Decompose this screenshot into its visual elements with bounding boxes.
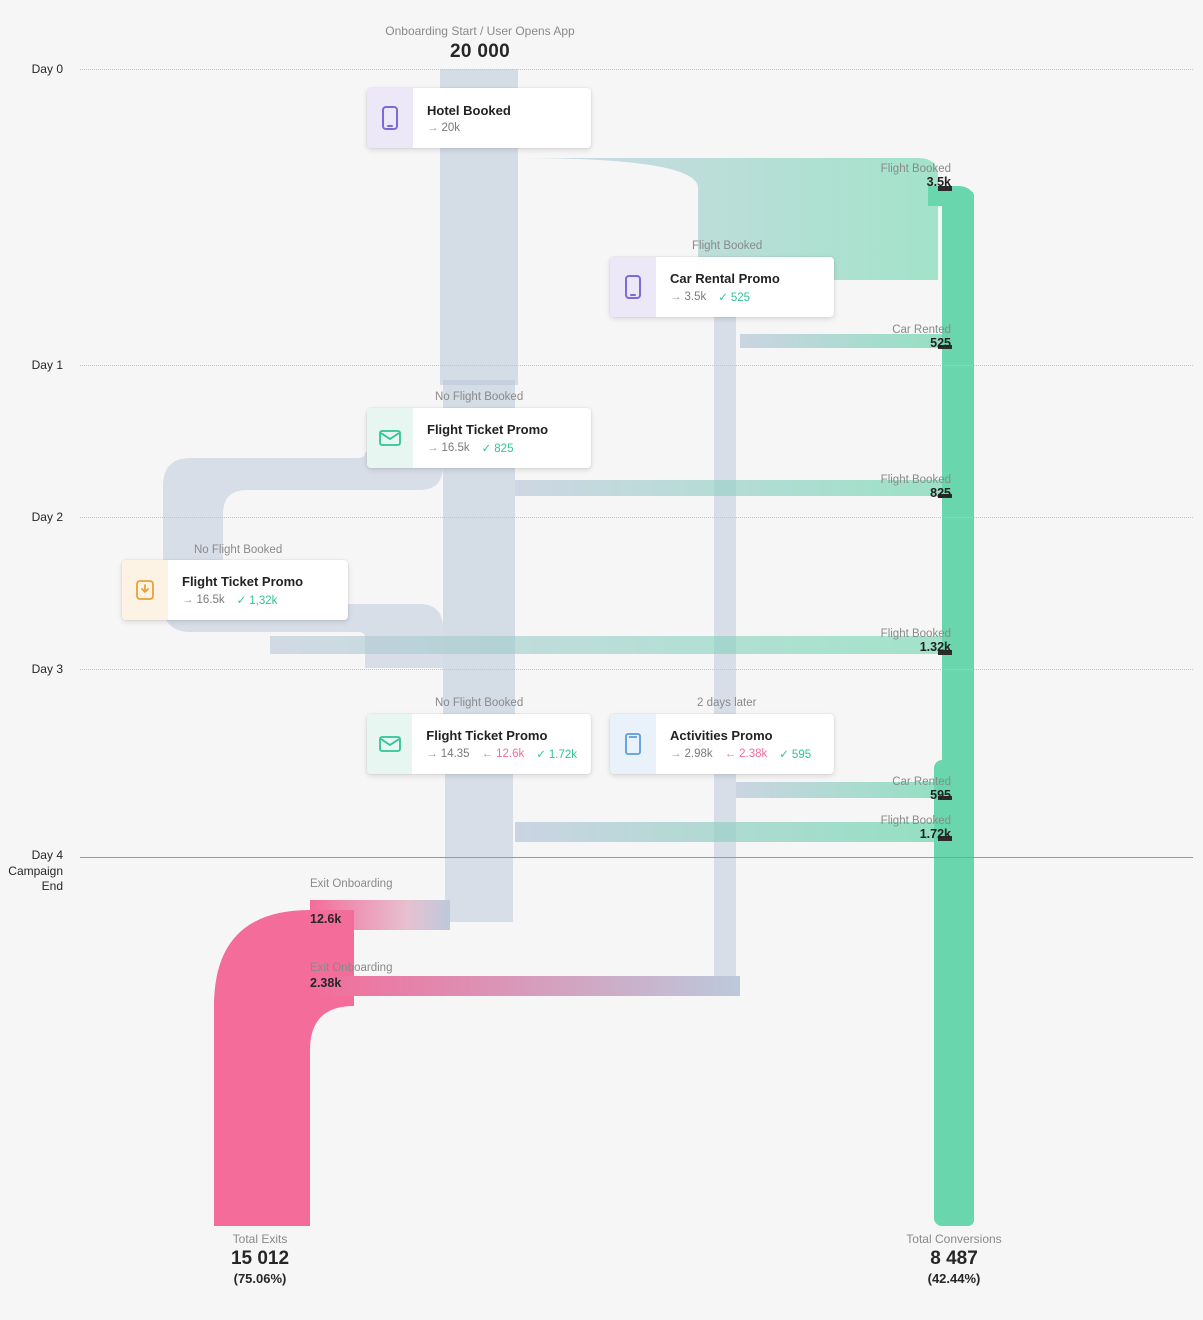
- exit-value: 12.6k: [310, 912, 392, 926]
- day-1-label: Day 1: [0, 358, 63, 374]
- footer-total-exits: Total Exits 15 012 (75.06%): [150, 1232, 370, 1286]
- metric-conv: 1.72k: [536, 747, 577, 761]
- metric-enter: 16.5k: [427, 442, 470, 454]
- day-2-label: Day 2: [0, 510, 63, 526]
- footer-value: 15 012: [150, 1248, 370, 1270]
- card-ftp2-subtitle: No Flight Booked: [194, 544, 282, 556]
- day-3-label: Day 3: [0, 662, 63, 678]
- metric-label: Car Rented: [892, 776, 951, 788]
- phone-icon: [367, 88, 413, 148]
- card-activities-promo[interactable]: Activities Promo 2.98k 2.38k 595: [610, 714, 834, 774]
- card-ftp1-subtitle: No Flight Booked: [435, 391, 523, 403]
- footer-title: Total Conversions: [844, 1232, 1064, 1246]
- exit-label: Exit Onboarding: [310, 962, 392, 974]
- metric-value: 1.72k: [881, 827, 951, 841]
- exit-label: Exit Onboarding: [310, 878, 392, 890]
- card-flight-ticket-promo-2[interactable]: Flight Ticket Promo 16.5k 1,32k: [122, 560, 348, 620]
- metric-label: Flight Booked: [881, 474, 951, 486]
- metric-value: 3.5k: [881, 175, 951, 189]
- metric-exit: 12.6k: [482, 748, 525, 760]
- card-title: Flight Ticket Promo: [426, 728, 577, 743]
- card-flight-ticket-promo-1[interactable]: Flight Ticket Promo 16.5k 825: [367, 408, 591, 468]
- day-1-line: [80, 365, 1193, 366]
- metric-enter: 14.35: [426, 748, 469, 760]
- metric-label: Flight Booked: [881, 628, 951, 640]
- day-4-a: Day 4: [32, 848, 63, 862]
- footer-total-conversions: Total Conversions 8 487 (42.44%): [844, 1232, 1064, 1286]
- exit-1: Exit Onboarding 12.6k: [310, 878, 392, 926]
- metric-conv: 595: [779, 747, 811, 761]
- metric-flight-booked-3: Flight Booked 1.32k: [881, 628, 951, 654]
- merge-fb4: [515, 822, 934, 842]
- tablet-icon: [610, 714, 656, 774]
- metric-value: 525: [892, 336, 951, 350]
- day-4-label: Day 4 Campaign End: [0, 848, 63, 895]
- flow-exit-column: [214, 1000, 310, 1226]
- metric-exit: 2.38k: [725, 748, 768, 760]
- footer-pct: (42.44%): [844, 1271, 1064, 1286]
- card-car-rental-promo[interactable]: Car Rental Promo 3.5k 525: [610, 257, 834, 317]
- day-4-b: Campaign: [8, 864, 63, 878]
- metric-enter: 16.5k: [182, 594, 225, 606]
- metric-car-rented-2: Car Rented 595: [892, 776, 951, 802]
- day-4-c: End: [42, 879, 63, 893]
- card-hotel-booked[interactable]: Hotel Booked 20k: [367, 88, 591, 148]
- footer-pct: (75.06%): [150, 1271, 370, 1286]
- metric-enter: 3.5k: [670, 291, 706, 303]
- day-2-line: [80, 517, 1193, 518]
- metric-label: Flight Booked: [881, 163, 951, 175]
- header-subtitle: Onboarding Start / User Opens App: [330, 24, 630, 38]
- card-flight-ticket-promo-3[interactable]: Flight Ticket Promo 14.35 12.6k 1.72k: [367, 714, 591, 774]
- metric-enter: 2.98k: [670, 748, 713, 760]
- header-total: 20 000: [330, 41, 630, 63]
- card-act-subtitle: 2 days later: [697, 697, 756, 709]
- day-0-label: Day 0: [0, 62, 63, 78]
- metric-enter: 20k: [427, 122, 460, 134]
- card-ftp3-subtitle: No Flight Booked: [435, 697, 523, 709]
- card-title: Car Rental Promo: [670, 271, 780, 286]
- download-icon: [122, 560, 168, 620]
- metric-value: 825: [881, 486, 951, 500]
- day-0-line: [80, 69, 1193, 70]
- card-carpromo-subtitle: Flight Booked: [692, 240, 762, 252]
- metric-label: Car Rented: [892, 324, 951, 336]
- card-title: Flight Ticket Promo: [427, 422, 548, 437]
- exit-value: 2.38k: [310, 976, 392, 990]
- merge-fb3: [270, 636, 942, 654]
- metric-conv: 825: [482, 441, 514, 455]
- metric-flight-booked-1: Flight Booked 3.5k: [881, 163, 951, 189]
- funnel-diagram: Onboarding Start / User Opens App 20 000…: [0, 0, 1203, 1320]
- metric-flight-booked-2: Flight Booked 825: [881, 474, 951, 500]
- metric-label: Flight Booked: [881, 815, 951, 827]
- day-4-line: [80, 857, 1193, 858]
- metric-car-rented-1: Car Rented 525: [892, 324, 951, 350]
- metric-flight-booked-4: Flight Booked 1.72k: [881, 815, 951, 841]
- metric-value: 595: [892, 788, 951, 802]
- card-title: Flight Ticket Promo: [182, 574, 303, 589]
- flow-thin-car-to-activities: [714, 316, 736, 726]
- mail-icon: [367, 714, 412, 774]
- flow-canvas: [0, 0, 1203, 1320]
- footer-value: 8 487: [844, 1248, 1064, 1270]
- mail-icon: [367, 408, 413, 468]
- metric-conv: 525: [718, 290, 750, 304]
- footer-title: Total Exits: [150, 1232, 370, 1246]
- day-3-line: [80, 669, 1193, 670]
- metric-conv: 1,32k: [237, 593, 278, 607]
- merge-fb2: [515, 480, 942, 496]
- exit-2: Exit Onboarding 2.38k: [310, 962, 392, 990]
- metric-value: 1.32k: [881, 640, 951, 654]
- phone-icon: [610, 257, 656, 317]
- card-title: Hotel Booked: [427, 103, 511, 118]
- card-title: Activities Promo: [670, 728, 811, 743]
